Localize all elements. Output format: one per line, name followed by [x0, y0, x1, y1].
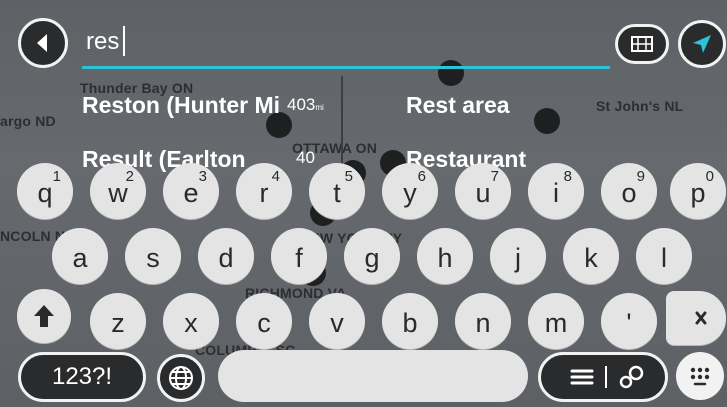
search-input[interactable]: res — [86, 28, 119, 56]
suggestion-distance: 40 — [296, 148, 315, 167]
key-i[interactable]: i8 — [528, 163, 584, 219]
key-y[interactable]: y6 — [382, 163, 438, 219]
key-q[interactable]: q1 — [17, 163, 73, 219]
suggestion-label: Rest area — [406, 92, 510, 118]
suggestion-distance: 403mi — [287, 95, 324, 114]
text-cursor — [123, 26, 125, 56]
key-x[interactable]: x — [163, 293, 219, 349]
key-k[interactable]: k — [563, 228, 619, 284]
key-v[interactable]: v — [309, 293, 365, 349]
symbols-button[interactable]: 123?! — [18, 352, 146, 402]
list-view-icon — [570, 369, 594, 385]
navigate-arrow-icon — [693, 35, 711, 53]
key-n[interactable]: n — [455, 293, 511, 349]
key-m[interactable]: m — [528, 293, 584, 349]
hide-keyboard-button[interactable] — [676, 352, 724, 400]
back-button[interactable] — [18, 18, 68, 68]
key-c[interactable]: c — [236, 293, 292, 349]
navigate-button[interactable] — [678, 20, 726, 68]
key-h[interactable]: h — [417, 228, 473, 284]
key-l[interactable]: l — [636, 228, 692, 284]
space-key[interactable] — [218, 350, 528, 402]
key-j[interactable]: j — [490, 228, 546, 284]
shift-key[interactable] — [17, 289, 71, 343]
key-w[interactable]: w2 — [90, 163, 146, 219]
key-e[interactable]: e3 — [163, 163, 219, 219]
backspace-icon — [695, 311, 707, 325]
map-view-button[interactable] — [615, 24, 669, 64]
map-poi-pin — [534, 108, 560, 134]
globe-icon — [169, 366, 193, 390]
key-z[interactable]: z — [90, 293, 146, 349]
map-view-icon — [631, 36, 653, 52]
key-s[interactable]: s — [125, 228, 181, 284]
key-a[interactable]: a — [52, 228, 108, 284]
key-p[interactable]: p0 — [670, 163, 726, 219]
key-f[interactable]: f — [271, 228, 327, 284]
search-on-map-icon — [619, 365, 644, 389]
view-toggle-icons — [570, 365, 644, 389]
keyboard-icon — [690, 367, 710, 386]
search-bar: res — [0, 0, 727, 76]
language-button[interactable] — [157, 354, 205, 402]
key-d[interactable]: d — [198, 228, 254, 284]
back-arrow-icon — [37, 34, 47, 52]
suggestion-label: Reston (Hunter Mi — [82, 92, 280, 118]
map-label: St John's NL — [596, 98, 684, 114]
key-b[interactable]: b — [382, 293, 438, 349]
search-underline — [82, 66, 610, 69]
backspace-key[interactable] — [666, 291, 726, 345]
key-t[interactable]: t5 — [309, 163, 365, 219]
view-toggle[interactable] — [538, 352, 668, 402]
shift-icon — [34, 305, 54, 327]
key-u[interactable]: u7 — [455, 163, 511, 219]
key-g[interactable]: g — [344, 228, 400, 284]
key-apostrophe[interactable]: ' — [601, 293, 657, 349]
key-o[interactable]: o9 — [601, 163, 657, 219]
key-r[interactable]: r4 — [236, 163, 292, 219]
suggestion-divider — [341, 76, 343, 166]
map-label: argo ND — [0, 113, 56, 129]
